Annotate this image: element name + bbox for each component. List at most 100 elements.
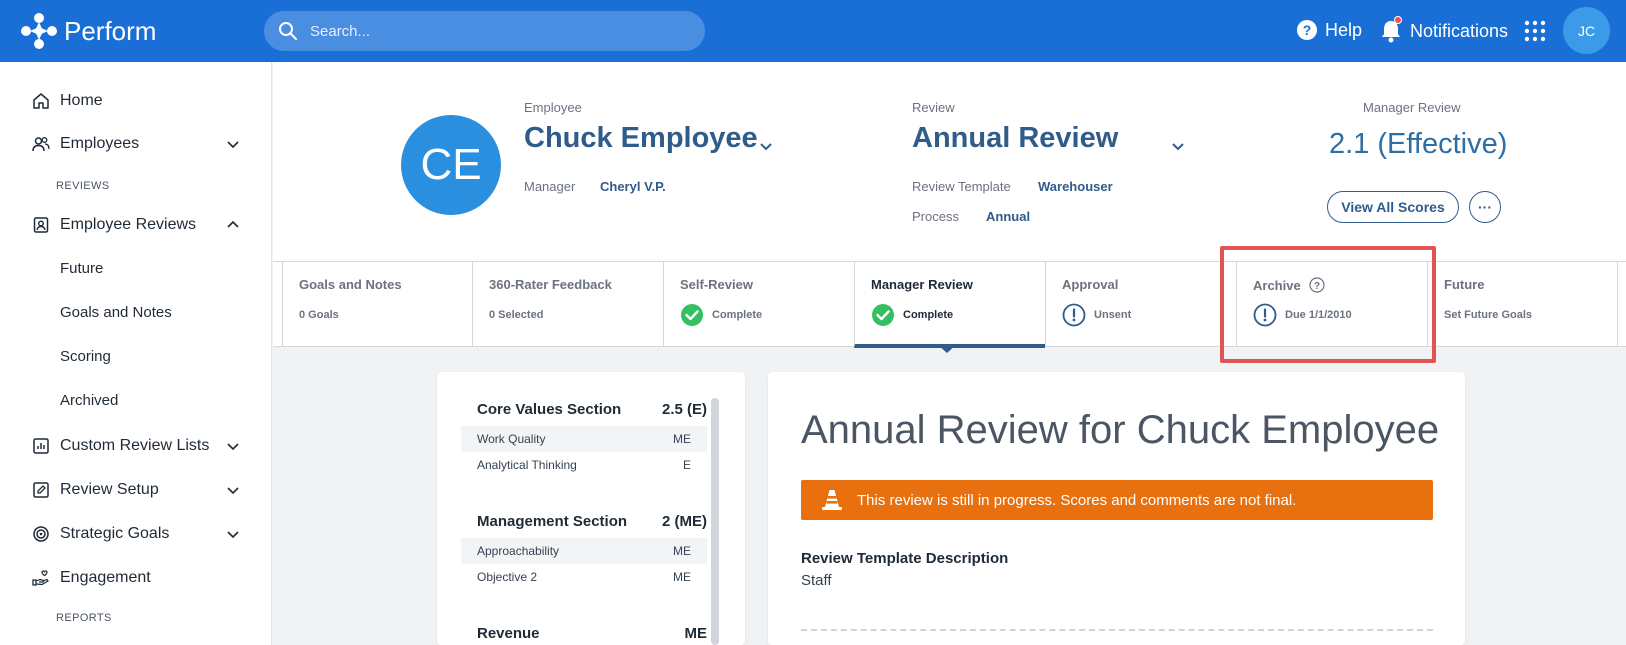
step-title: Archive ? (1253, 277, 1325, 293)
section-header-revenue[interactable]: Revenue ME (477, 625, 707, 642)
step-archive[interactable]: Archive ? Due 1/1/2010 (1236, 262, 1427, 346)
section-score: 2 (ME) (662, 513, 707, 530)
review-main-card: Annual Review for Chuck Employee This re… (768, 372, 1465, 645)
help-label: Help (1325, 19, 1363, 40)
top-bar: Perform ? Help Notifications JC (0, 0, 1626, 62)
step-title: Manager Review (871, 277, 973, 292)
home-icon (33, 93, 49, 109)
step-status: 0 Selected (489, 309, 543, 321)
row-rating: ME (673, 432, 691, 446)
score-row[interactable]: Work Quality ME (461, 426, 707, 452)
step-status: Complete (680, 303, 762, 327)
employee-name[interactable]: Chuck Employee (524, 122, 758, 155)
chevron-down-icon (227, 531, 239, 539)
review-title: Annual Review for Chuck Employee (801, 408, 1440, 452)
employee-avatar: CE (401, 115, 501, 215)
review-name[interactable]: Annual Review (912, 122, 1118, 155)
badge-icon (33, 217, 49, 233)
step-title-text: Archive (1253, 278, 1301, 293)
sidebar-item-label: Strategic Goals (60, 525, 170, 542)
check-circle-icon (681, 304, 703, 326)
sidebar-subitem-goals-and-notes[interactable]: Goals and Notes (60, 300, 230, 326)
sidebar-item-strategic-goals[interactable]: Strategic Goals (32, 519, 240, 549)
target-icon (33, 526, 49, 542)
step-status-text: 0 Goals (299, 309, 339, 321)
row-name: Objective 2 (477, 570, 538, 584)
score-row[interactable]: Objective 2 ME (461, 564, 707, 590)
notifications-link[interactable]: Notifications (1380, 16, 1580, 43)
people-icon (32, 137, 50, 152)
step-status-text: Set Future Goals (1444, 309, 1533, 321)
panel-scrollbar[interactable] (711, 398, 719, 645)
sidebar-subitem-scoring[interactable]: Scoring (60, 344, 230, 370)
process-link[interactable]: Annual (986, 209, 1030, 224)
step-goals-and-notes[interactable]: Goals and Notes 0 Goals (282, 262, 472, 346)
svg-text:?: ? (1303, 22, 1312, 38)
step-status-text: Complete (903, 309, 954, 321)
step-self-review[interactable]: Self-Review Complete (663, 262, 854, 346)
help-link[interactable]: ? Help (1296, 19, 1366, 41)
manager-label: Manager (524, 179, 576, 194)
app-logo[interactable]: Perform (16, 8, 156, 54)
sidebar-item-review-setup[interactable]: Review Setup (32, 475, 240, 505)
chevron-up-icon (227, 220, 239, 228)
review-template-link[interactable]: Warehouser (1038, 179, 1113, 194)
section-header-core-values[interactable]: Core Values Section 2.5 (E) (477, 401, 707, 418)
chart-list-icon (33, 438, 49, 454)
employee-dropdown-chevron-icon[interactable] (758, 138, 774, 154)
apps-grid-icon[interactable] (1524, 20, 1546, 42)
manager-review-label: Manager Review (1363, 100, 1461, 115)
review-template-label: Review Template (912, 179, 1011, 194)
section-name: Revenue (477, 625, 540, 642)
banner-text: This review is still in progress. Scores… (857, 491, 1297, 509)
step-title: Goals and Notes (299, 277, 402, 292)
sidebar-subitem-archived[interactable]: Archived (60, 388, 230, 414)
sidebar-item-custom-review-lists[interactable]: Custom Review Lists (32, 431, 240, 461)
row-name: Work Quality (477, 432, 546, 446)
step-approval[interactable]: Approval Unsent (1045, 262, 1236, 346)
step-360-rater-feedback[interactable]: 360-Rater Feedback 0 Selected (472, 262, 663, 346)
review-dropdown-chevron-icon[interactable] (1170, 138, 1186, 154)
more-options-button[interactable]: ··· (1469, 191, 1501, 223)
exclamation-circle-icon (1253, 303, 1277, 327)
review-label: Review (912, 100, 955, 115)
search-box[interactable] (264, 11, 705, 51)
notification-dot (1394, 16, 1402, 24)
employee-label: Employee (524, 100, 582, 115)
section-score: ME (684, 625, 708, 642)
section-header-management[interactable]: Management Section 2 (ME) (477, 513, 707, 530)
search-input[interactable] (310, 22, 690, 40)
score-row[interactable]: Approachability ME (461, 538, 707, 564)
description-label: Review Template Description (801, 550, 1009, 567)
step-manager-review[interactable]: Manager Review Complete (854, 262, 1045, 348)
sidebar-item-label: Review Setup (60, 481, 159, 498)
app-name: Perform (64, 15, 157, 46)
step-status-text: 0 Selected (489, 309, 544, 321)
sidebar-item-employees[interactable]: Employees (32, 129, 240, 159)
active-step-pointer (937, 344, 957, 353)
question-circle-icon[interactable]: ? (1309, 277, 1325, 293)
sidebar-subitem-future[interactable]: Future (60, 256, 230, 282)
section-score: 2.5 (E) (661, 401, 707, 418)
exclamation-circle-icon (1062, 303, 1086, 327)
step-status: 0 Goals (299, 309, 339, 321)
row-name: Analytical Thinking (477, 458, 577, 472)
section-name: Core Values Section (477, 401, 622, 418)
sidebar-item-label: Custom Review Lists (60, 437, 210, 454)
manager-link[interactable]: Cheryl V.P. (600, 179, 666, 194)
score-summary-panel: Core Values Section 2.5 (E) Work Quality… (437, 372, 745, 645)
sidebar-item-label: Employees (60, 135, 140, 152)
review-steps: Goals and Notes 0 Goals 360-Rater Feedba… (273, 261, 1626, 348)
sidebar-item-engagement[interactable]: Engagement (32, 563, 240, 593)
step-future[interactable]: Future Set Future Goals (1427, 262, 1618, 346)
sidebar-item-label: Engagement (60, 569, 151, 586)
svg-text:?: ? (1314, 281, 1320, 292)
user-avatar[interactable]: JC (1563, 7, 1610, 54)
view-all-scores-button[interactable]: View All Scores (1327, 191, 1459, 223)
sidebar-item-home[interactable]: Home (32, 86, 240, 116)
section-label-reports: REPORTS (56, 612, 112, 624)
section-label-reviews: REVIEWS (56, 180, 110, 192)
score-row[interactable]: Analytical Thinking E (461, 452, 707, 478)
dashed-divider (801, 629, 1433, 631)
sidebar-item-employee-reviews[interactable]: Employee Reviews (32, 210, 240, 240)
